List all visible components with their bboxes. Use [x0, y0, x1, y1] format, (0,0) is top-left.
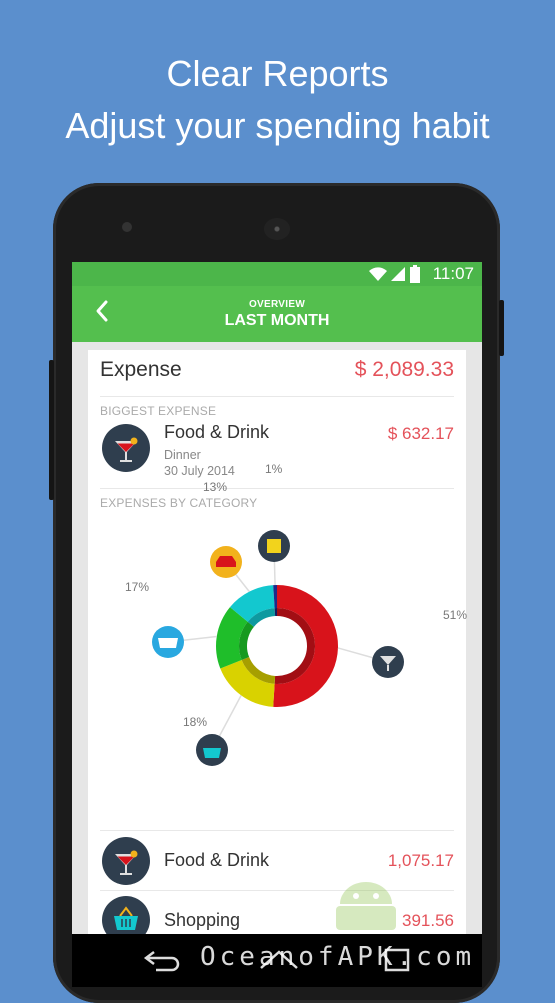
app-bar: OVERVIEW LAST MONTH [72, 286, 482, 342]
donut-slice-food-drink [273, 585, 339, 707]
category-donut-chart [152, 530, 404, 766]
front-camera [122, 222, 132, 232]
pct-label-transport: 13% [203, 480, 228, 494]
promo-headline: Clear Reports [166, 53, 389, 94]
appbar-overline: OVERVIEW [248, 299, 306, 310]
watermark: OceanofAPK.com [200, 942, 476, 972]
divider [100, 396, 454, 397]
android-logo [336, 882, 396, 930]
biggest-expense-date: 30 July 2014 [164, 464, 235, 478]
phone-volume-button [49, 360, 54, 500]
basket-icon [196, 734, 228, 766]
status-time: 11:07 [432, 264, 474, 283]
cocktail-icon [102, 424, 150, 472]
status-bar: 11:07 [72, 262, 482, 286]
biggest-expense-amount: $ 632.17 [387, 424, 454, 443]
pct-label-games: 17% [125, 580, 150, 594]
divider [100, 488, 454, 489]
biggest-expense-note: Dinner [164, 448, 201, 462]
expense-total: $ 2,089.33 [354, 358, 454, 381]
gamepad-icon [152, 626, 184, 658]
biggest-expense-heading: BIGGEST EXPENSE [100, 404, 217, 418]
appbar-title: LAST MONTH [224, 312, 330, 329]
app-screen: 11:07 OVERVIEW LAST MONTH Expense $ 2,08… [72, 262, 482, 934]
signal-icon [391, 267, 405, 281]
list-item-title: Food & Drink [164, 850, 270, 870]
wifi-icon [369, 267, 387, 281]
list-item-amount: 391.56 [402, 911, 454, 930]
biggest-expense-category: Food & Drink [164, 422, 270, 442]
car-icon [210, 546, 242, 578]
basket-icon [102, 896, 150, 934]
back-icon[interactable] [142, 948, 184, 972]
promo-subheadline: Adjust your spending habit [65, 105, 490, 146]
pct-label-food: 51% [443, 608, 468, 622]
list-item-amount: 1,075.17 [387, 851, 454, 870]
pct-label-other: 1% [265, 462, 283, 476]
list-item-title: Shopping [164, 910, 241, 930]
phone-power-button [499, 300, 504, 356]
divider [100, 830, 454, 831]
report-card: Expense $ 2,089.33 BIGGEST EXPENSE Food … [88, 350, 468, 934]
boxes-icon [258, 530, 290, 562]
expense-label: Expense [100, 358, 182, 381]
cocktail-icon [372, 646, 404, 678]
cocktail-icon [102, 837, 150, 885]
battery-icon [410, 265, 420, 283]
pct-label-shopping: 18% [183, 715, 208, 729]
earpiece [264, 218, 290, 240]
